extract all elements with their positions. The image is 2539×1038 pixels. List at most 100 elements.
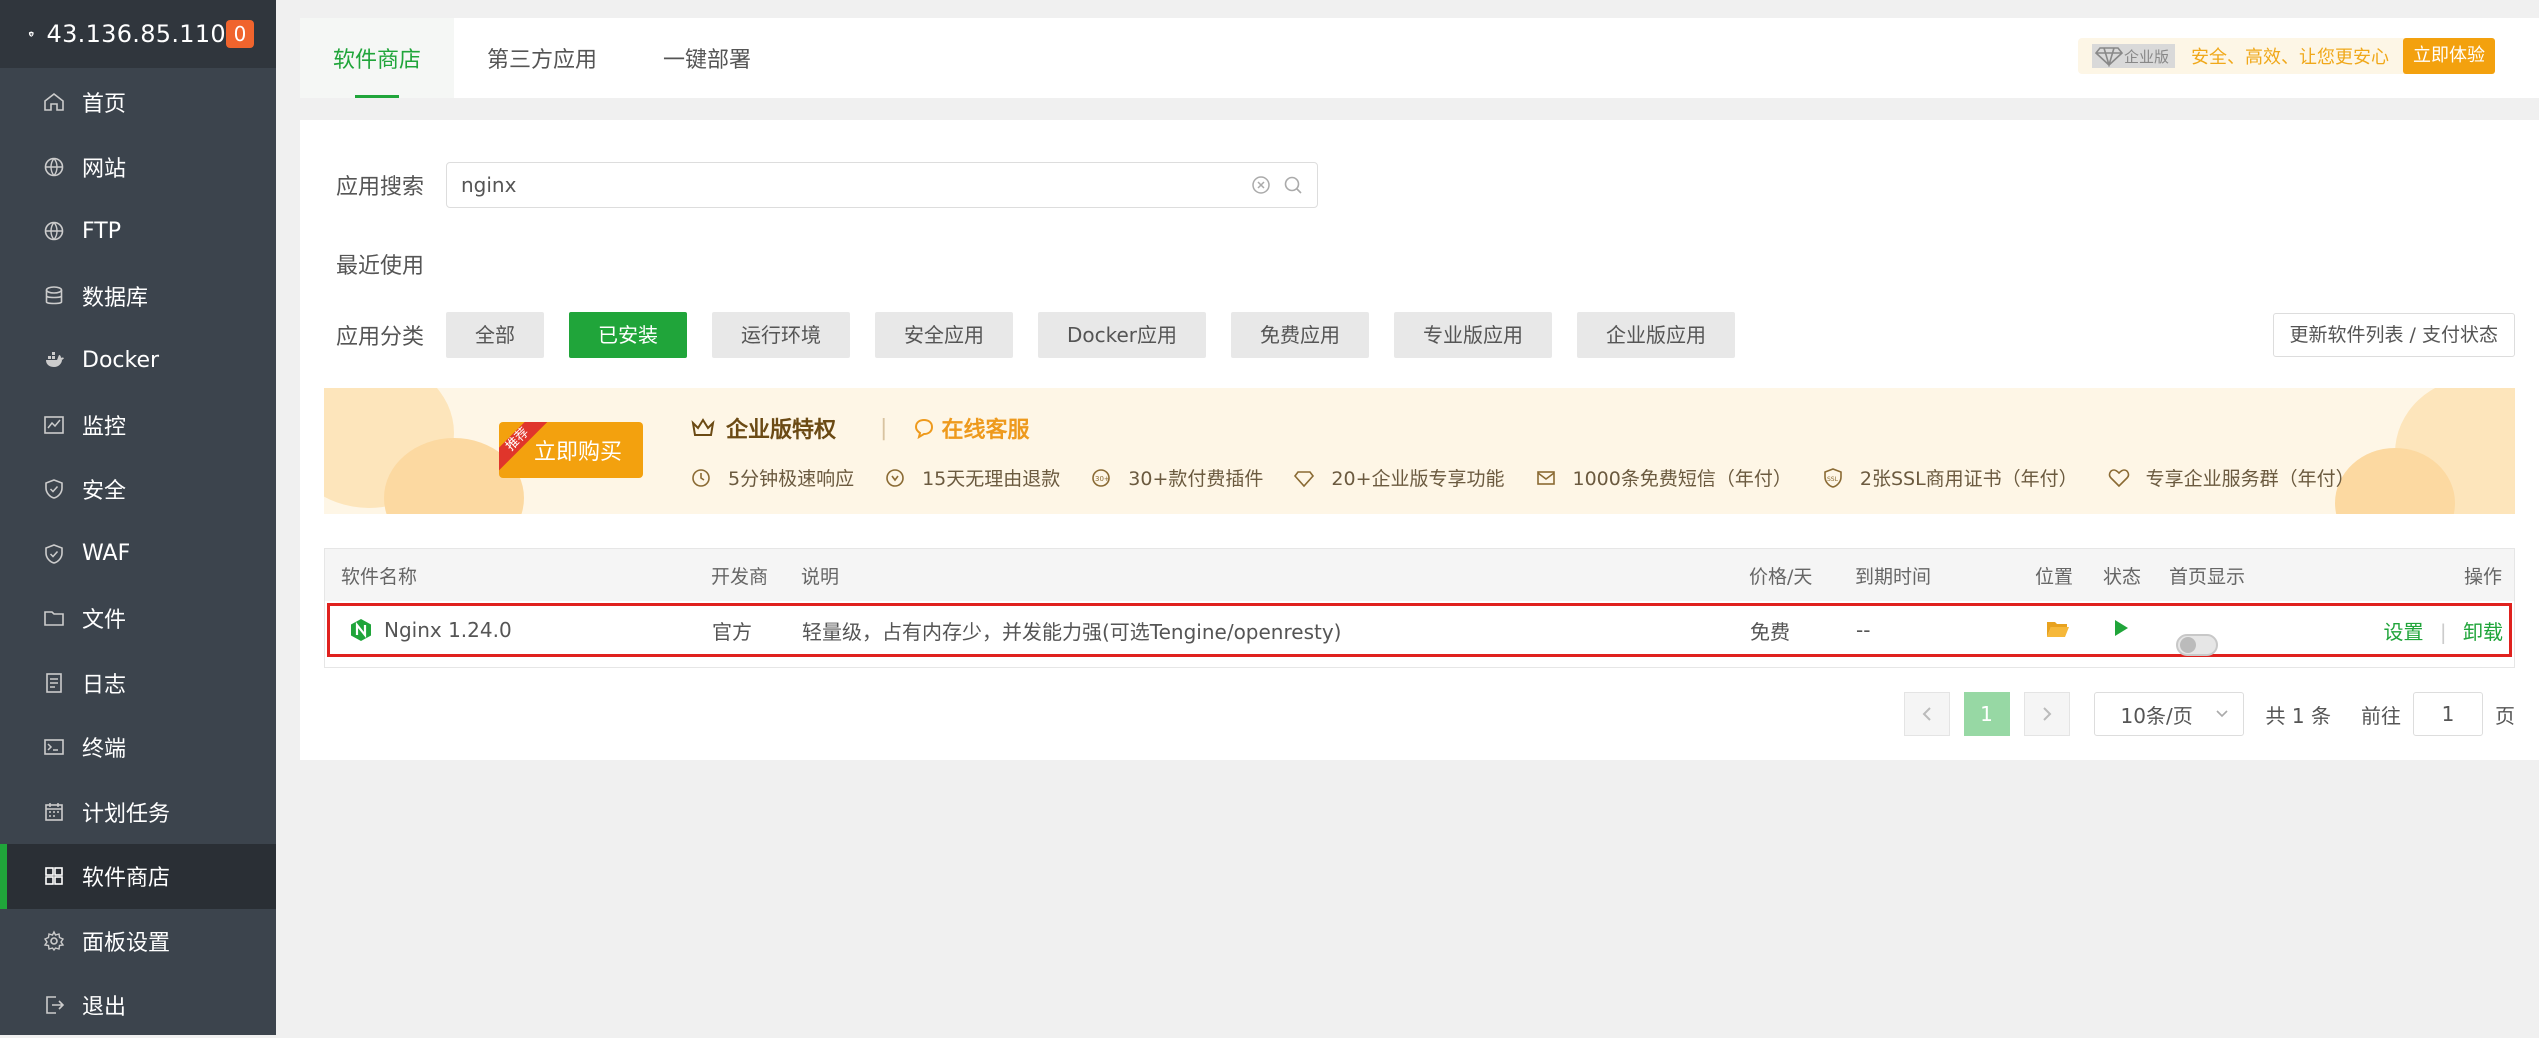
shield-icon bbox=[42, 477, 66, 501]
software-name[interactable]: Nginx 1.24.0 bbox=[350, 618, 512, 642]
chevron-left-icon bbox=[1921, 706, 1933, 722]
clock-icon bbox=[690, 467, 720, 489]
sidebar: 43.136.85.110 0 首页网站FTP 数据库 Docker监控安全 WAF 文… bbox=[0, 0, 276, 1035]
clear-icon[interactable] bbox=[1251, 175, 1271, 195]
server-ip: 43.136.85.110 bbox=[47, 20, 226, 48]
sidebar-item[interactable]: 数据库 bbox=[0, 264, 276, 329]
category-chip[interactable]: 免费应用 bbox=[1231, 312, 1369, 358]
play-icon[interactable] bbox=[2112, 618, 2130, 643]
perk-label: 1000条免费短信（年付） bbox=[1573, 464, 1792, 491]
pagination: 1 10条/页 共 1 条 前往 1 页 bbox=[1904, 692, 2515, 736]
page-size-select[interactable]: 10条/页 bbox=[2094, 692, 2244, 736]
svg-text:SSL: SSL bbox=[1827, 476, 1839, 483]
settings-link[interactable]: 设置 bbox=[2384, 620, 2424, 644]
sidebar-item-label: 数据库 bbox=[82, 280, 148, 312]
col-status: 状态 bbox=[2103, 562, 2141, 589]
next-page-button[interactable] bbox=[2024, 692, 2070, 736]
online-service-link[interactable]: 在线客服 bbox=[941, 412, 1029, 444]
sidebar-item[interactable]: 终端 bbox=[0, 715, 276, 780]
developer-cell: 官方 bbox=[712, 616, 752, 645]
perk-item: 20+企业版专享功能 bbox=[1293, 464, 1504, 491]
chat-icon[interactable] bbox=[913, 417, 935, 439]
sidebar-item[interactable]: 安全 bbox=[0, 457, 276, 522]
sidebar-item[interactable]: 计划任务 bbox=[0, 780, 276, 845]
perk-item: SSL 2张SSL商用证书（年付） bbox=[1822, 464, 2078, 491]
enterprise-banner: 推荐 立即购买 企业版特权 | 在线客服 5分钟极速响应15天无理由退款30+3… bbox=[324, 388, 2515, 514]
diamond-icon bbox=[2094, 45, 2124, 67]
col-operations: 操作 bbox=[2464, 562, 2502, 589]
grid-icon bbox=[42, 864, 66, 888]
category-chip[interactable]: Docker应用 bbox=[1038, 312, 1206, 358]
sidebar-item[interactable]: WAF bbox=[0, 522, 276, 587]
sidebar-item-label: 安全 bbox=[82, 473, 126, 505]
enterprise-privilege-title: 企业版特权 bbox=[726, 412, 836, 444]
table-header: 软件名称 开发商 说明 价格/天 到期时间 位置 状态 首页显示 操作 bbox=[325, 549, 2514, 601]
sidebar-item[interactable]: 网站 bbox=[0, 135, 276, 200]
home-display-toggle[interactable] bbox=[2176, 634, 2218, 656]
category-chip[interactable]: 专业版应用 bbox=[1394, 312, 1552, 358]
server-header: 43.136.85.110 0 bbox=[0, 0, 276, 68]
goto-page-input[interactable]: 1 bbox=[2413, 692, 2483, 736]
uninstall-link[interactable]: 卸载 bbox=[2463, 620, 2503, 644]
log-icon bbox=[42, 671, 66, 695]
perk-item: 5分钟极速响应 bbox=[690, 464, 854, 491]
tab-third-party[interactable]: 第三方应用 bbox=[454, 18, 630, 98]
operations-cell: 设置 | 卸载 bbox=[2384, 616, 2503, 645]
table-row[interactable]: Nginx 1.24.0 官方 轻量级，占有内存少，并发能力强(可选Tengin… bbox=[327, 603, 2512, 657]
sidebar-item[interactable]: 面板设置 bbox=[0, 909, 276, 974]
perk-label: 5分钟极速响应 bbox=[728, 464, 854, 491]
sidebar-item[interactable]: 软件商店 bbox=[0, 844, 276, 909]
search-input[interactable]: nginx bbox=[446, 162, 1318, 208]
try-now-button[interactable]: 立即体验 bbox=[2403, 38, 2495, 74]
total-count: 共 1 条 bbox=[2266, 700, 2331, 729]
sidebar-item[interactable]: 文件 bbox=[0, 586, 276, 651]
nginx-icon bbox=[350, 618, 372, 642]
col-developer: 开发商 bbox=[711, 562, 768, 589]
ssl-icon: SSL bbox=[1822, 467, 1852, 489]
tab-one-click-deploy[interactable]: 一键部署 bbox=[630, 18, 784, 98]
category-chip[interactable]: 已安装 bbox=[569, 312, 687, 358]
search-value[interactable]: nginx bbox=[461, 173, 1239, 197]
perk-item: 30+30+款付费插件 bbox=[1090, 464, 1263, 491]
enterprise-promo: 企业版 安全、高效、让您更安心 立即体验 bbox=[2078, 38, 2495, 74]
sidebar-item[interactable]: FTP bbox=[0, 199, 276, 264]
tab-software-store[interactable]: 软件商店 bbox=[300, 18, 454, 98]
sidebar-item-label: 首页 bbox=[82, 86, 126, 118]
category-chip[interactable]: 企业版应用 bbox=[1577, 312, 1735, 358]
description-cell: 轻量级，占有内存少，并发能力强(可选Tengine/openresty) bbox=[802, 616, 1341, 645]
sidebar-item[interactable]: 退出 bbox=[0, 973, 276, 1038]
perk-label: 15天无理由退款 bbox=[922, 464, 1060, 491]
chevron-down-icon bbox=[2215, 709, 2229, 719]
category-chip[interactable]: 运行环境 bbox=[712, 312, 850, 358]
search-icon[interactable] bbox=[1283, 175, 1303, 195]
main-area: 软件商店 第三方应用 一键部署 企业版 安全、高效、让您更安心 立即体验 应用搜… bbox=[276, 0, 2539, 1035]
sidebar-item-label: 计划任务 bbox=[82, 796, 170, 828]
category-chip[interactable]: 全部 bbox=[446, 312, 544, 358]
category-chip[interactable]: 安全应用 bbox=[875, 312, 1013, 358]
sidebar-item[interactable]: 首页 bbox=[0, 70, 276, 135]
sidebar-item[interactable]: 日志 bbox=[0, 651, 276, 716]
prev-page-button[interactable] bbox=[1904, 692, 1950, 736]
sidebar-item-label: 退出 bbox=[82, 989, 126, 1021]
perk-label: 30+款付费插件 bbox=[1128, 464, 1263, 491]
store-panel: 应用搜索 nginx 最近使用 应用分类 全部已安装运行环境安全应用Docker… bbox=[300, 120, 2539, 760]
database-icon bbox=[42, 284, 66, 308]
perk-label: 2张SSL商用证书（年付） bbox=[1860, 464, 2078, 491]
table-bottom-spacer bbox=[325, 657, 2514, 667]
sidebar-item[interactable]: 监控 bbox=[0, 393, 276, 458]
crown-icon bbox=[690, 417, 716, 439]
perk-item: 1000条免费短信（年付） bbox=[1535, 464, 1792, 491]
sidebar-item[interactable]: Docker bbox=[0, 328, 276, 393]
refresh-list-button[interactable]: 更新软件列表 / 支付状态 bbox=[2273, 313, 2515, 357]
sidebar-item-label: 软件商店 bbox=[82, 860, 170, 892]
shield-icon bbox=[42, 542, 66, 566]
buy-now-button[interactable]: 推荐 立即购买 bbox=[499, 422, 643, 478]
col-description: 说明 bbox=[801, 562, 839, 589]
page-number[interactable]: 1 bbox=[1964, 692, 2010, 736]
sidebar-item-label: 文件 bbox=[82, 602, 126, 634]
notification-badge[interactable]: 0 bbox=[226, 20, 254, 48]
category-row: 应用分类 全部已安装运行环境安全应用Docker应用免费应用专业版应用企业版应用… bbox=[336, 312, 2515, 358]
sidebar-item-label: 终端 bbox=[82, 731, 126, 763]
folder-icon[interactable] bbox=[2046, 619, 2070, 644]
enterprise-tag: 企业版 bbox=[2092, 44, 2175, 68]
